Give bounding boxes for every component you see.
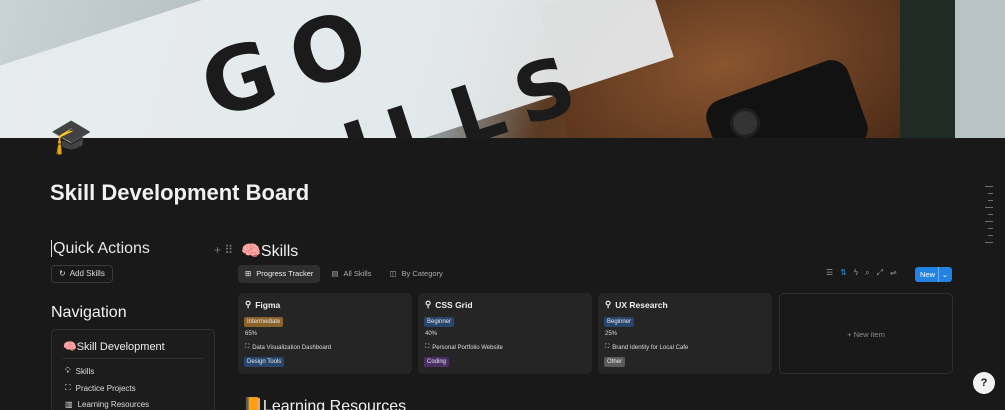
expand-icon[interactable]: ⤢ [877, 268, 883, 278]
gallery-icon: ⊞ [245, 269, 252, 278]
new-item-card[interactable]: + New item [779, 293, 953, 374]
frame-icon: ⛶ [425, 344, 430, 350]
skill-card-ux-research[interactable]: ⚲ UX Research Beginner 25% ⛶ Brand Identit… [598, 293, 772, 374]
skills-heading[interactable]: 🧠Skills [241, 241, 298, 261]
progress-value: 40% [425, 331, 438, 337]
category-tag: Coding [424, 357, 450, 367]
book-icon: ▥ [65, 400, 73, 409]
nav-item-learning-resources[interactable]: ▥ Learning Resources [65, 400, 149, 409]
filter-icon[interactable]: ☰ [826, 268, 833, 278]
project-relation: ⛶ Data Visualization Dashboard [245, 344, 332, 351]
lightbulb-icon: ⚲ [605, 299, 612, 309]
quick-actions-heading: Quick Actions [51, 240, 150, 257]
tab-all-skills[interactable]: ▤ All Skills [324, 265, 378, 283]
tab-progress-tracker[interactable]: ⊞ Progress Tracker [238, 265, 321, 283]
frame-icon: ⛶ [605, 344, 610, 350]
skill-card-css-grid[interactable]: ⚲ CSS Grid Beginner 40% ⛶ Personal Portfol… [418, 293, 592, 374]
navigation-heading: Navigation [51, 304, 127, 321]
board-icon: ◫ [389, 269, 397, 278]
nav-item-skills[interactable]: 💡︎ Skills [65, 366, 94, 376]
lightbulb-icon: ⚲ [425, 299, 432, 309]
lightbulb-icon: ⚲ [245, 299, 252, 309]
skill-card-figma[interactable]: ⚲ Figma Intermediate 65% ⛶ Data Visualizat… [238, 293, 412, 374]
lightbulb-icon: 💡︎ [65, 366, 71, 375]
navigation-box: 🧠Skill Development 💡︎ Skills ⛶ Practice … [51, 329, 215, 410]
nav-item-practice-projects[interactable]: ⛶ Practice Projects [65, 383, 136, 393]
new-item-label: + New item [847, 330, 885, 339]
add-skills-button[interactable]: ↻ Add Skills [51, 265, 113, 283]
level-tag: Beginner [604, 317, 635, 327]
cover-image: GO ILLS [0, 0, 1005, 138]
page-icon[interactable]: 🎓 [50, 117, 92, 157]
database-toolbar: ☰ ⇅ ϟ ⌕ ⤢ ⇌ [826, 268, 897, 278]
search-icon[interactable]: ⌕ [865, 268, 869, 278]
refresh-icon: ↻ [59, 269, 66, 278]
add-block-icon[interactable]: + ⠿ [214, 243, 233, 257]
progress-value: 25% [605, 331, 618, 337]
category-tag: Other [604, 357, 626, 367]
level-tag: Intermediate [244, 317, 284, 327]
page-outline[interactable] [985, 186, 993, 249]
level-tag: Beginner [424, 317, 455, 327]
tab-by-category[interactable]: ◫ By Category [382, 265, 449, 283]
view-tabs: ⊞ Progress Tracker ▤ All Skills ◫ By Cat… [238, 265, 450, 283]
settings-icon[interactable]: ⇌ [890, 268, 897, 278]
progress-value: 65% [245, 331, 258, 337]
project-relation: ⛶ Brand Identity for Local Cafe [605, 344, 689, 351]
sort-icon[interactable]: ⇅ [840, 268, 847, 278]
category-tag: Design Tools [244, 357, 285, 367]
chevron-down-icon[interactable]: ⌄ [937, 267, 948, 282]
page-title[interactable]: Skill Development Board [50, 180, 309, 206]
learning-resources-heading[interactable]: 📙Learning Resources [243, 396, 406, 410]
project-relation: ⛶ Personal Portfolio Website [425, 344, 503, 351]
new-button[interactable]: New ⌄ [915, 267, 952, 282]
table-icon: ▤ [331, 269, 339, 278]
automation-icon[interactable]: ϟ [854, 268, 858, 278]
nav-header[interactable]: 🧠Skill Development [63, 340, 165, 353]
frame-icon: ⛶ [65, 383, 71, 392]
frame-icon: ⛶ [245, 344, 250, 350]
help-button[interactable]: ? [973, 372, 995, 394]
